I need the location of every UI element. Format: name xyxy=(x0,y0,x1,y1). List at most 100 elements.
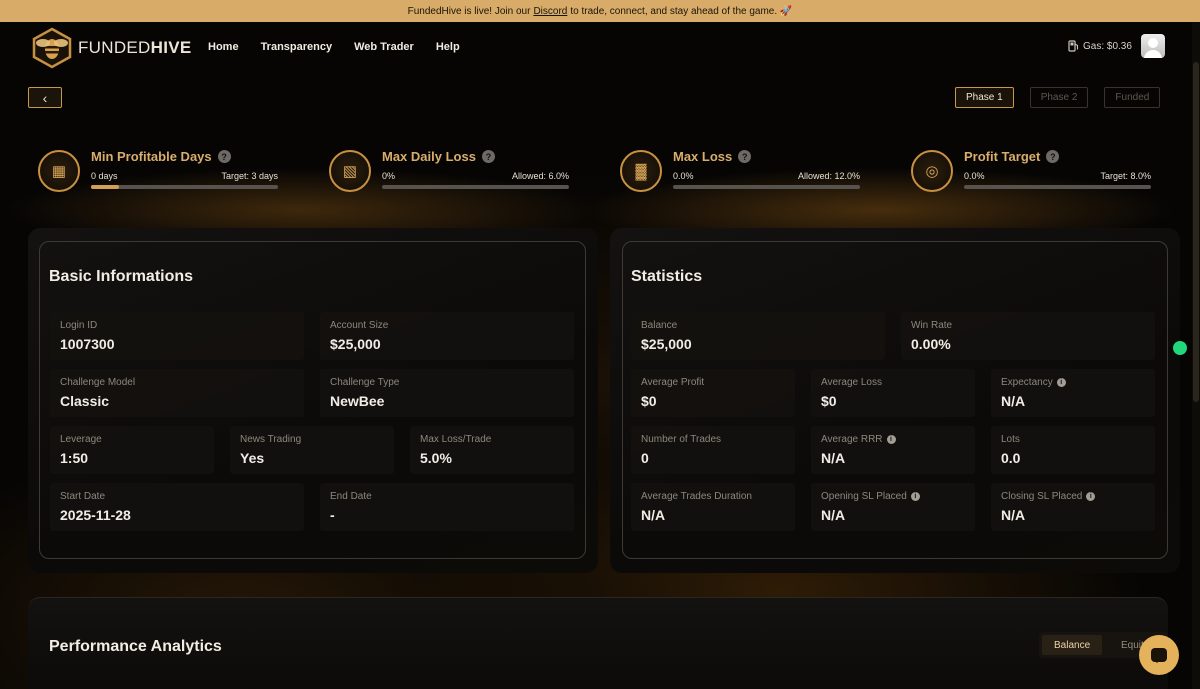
field-value: $0 xyxy=(821,393,837,409)
field-value: 0.00% xyxy=(911,336,951,352)
field-label: Start Date xyxy=(60,491,106,502)
metric-title-text: Profit Target xyxy=(964,149,1041,164)
field-value: 0 xyxy=(641,450,649,466)
stat-average-trades-duration: Average Trades Duration N/A xyxy=(631,483,795,531)
field-label: Closing SL Placed i xyxy=(1001,491,1096,502)
gas-indicator: Gas: $0.36 xyxy=(1068,40,1132,52)
metric-title: Max Loss? xyxy=(673,149,752,164)
toggle-balance[interactable]: Balance xyxy=(1042,635,1103,655)
metric-title: Min Profitable Days? xyxy=(91,149,231,164)
stat-average-loss: Average Loss $0 xyxy=(811,369,975,417)
back-button[interactable]: ‹ xyxy=(28,87,62,108)
chat-button[interactable] xyxy=(1139,635,1179,675)
metric-target: Allowed: 6.0% xyxy=(511,171,569,181)
nav-transparency[interactable]: Transparency xyxy=(261,41,333,53)
metric-title: Profit Target? xyxy=(964,149,1060,164)
metric-progress-bar xyxy=(382,185,569,189)
tab-funded[interactable]: Funded xyxy=(1104,87,1161,108)
metric-title-text: Min Profitable Days xyxy=(91,149,212,164)
metric-title-text: Max Daily Loss xyxy=(382,149,476,164)
info-icon[interactable]: i xyxy=(1086,492,1096,501)
discord-link[interactable]: Discord xyxy=(533,6,567,17)
metric-value: 0% xyxy=(382,171,396,181)
stat-win-rate: Win Rate 0.00% xyxy=(901,312,1155,360)
field-label: Average Profit xyxy=(641,377,705,388)
field-value: - xyxy=(330,507,335,523)
field-label: Max Loss/Trade xyxy=(420,434,492,445)
metric-profit-target: ◎ Profit Target? 0.0% Target: 8.0% xyxy=(911,142,1161,202)
top-navigation: FUNDEDHIVE Home Transparency Web Trader … xyxy=(0,22,1192,74)
field-value: $0 xyxy=(641,393,657,409)
field-value: NewBee xyxy=(330,393,385,409)
nav-help[interactable]: Help xyxy=(436,41,460,53)
announcement-bar: FundedHive is live! Join our Discord to … xyxy=(0,0,1200,22)
main-nav: Home Transparency Web Trader Help xyxy=(208,41,460,53)
field-value: $25,000 xyxy=(330,336,381,352)
status-dot xyxy=(1173,341,1187,355)
field-label: Login ID xyxy=(60,320,98,331)
field-value: Yes xyxy=(240,450,265,466)
tab-phase-1[interactable]: Phase 1 xyxy=(955,87,1014,108)
metric-target: Target: 8.0% xyxy=(1100,171,1151,181)
metric-min-profitable-days: ▦ Min Profitable Days? 0 days Target: 3 … xyxy=(38,142,288,202)
brand-name: FUNDEDHIVE xyxy=(78,38,192,58)
field-label: Account Size xyxy=(330,320,389,331)
brand-logo[interactable]: FUNDEDHIVE xyxy=(30,27,192,69)
info-end-date: End Date - xyxy=(320,483,574,531)
field-label: Opening SL Placed i xyxy=(821,491,920,502)
info-icon[interactable]: i xyxy=(886,435,896,444)
announcement-text-end: to trade, connect, and stay ahead of the… xyxy=(570,5,793,17)
help-icon[interactable]: ? xyxy=(738,150,752,163)
stat-expectancy: Expectancy i N/A xyxy=(991,369,1155,417)
avatar-body xyxy=(1144,50,1162,58)
info-challenge-model: Challenge Model Classic xyxy=(50,369,304,417)
metric-value: 0.0% xyxy=(673,171,694,181)
metric-value: 0 days xyxy=(91,171,118,181)
chart-frame-icon: ▧ xyxy=(329,150,371,192)
field-value: N/A xyxy=(1001,393,1026,409)
info-account-size: Account Size $25,000 xyxy=(320,312,574,360)
field-value: N/A xyxy=(821,507,846,523)
metric-progress-bar xyxy=(91,185,278,189)
help-icon[interactable]: ? xyxy=(481,150,495,163)
field-label: End Date xyxy=(330,491,372,502)
stat-lots: Lots 0.0 xyxy=(991,426,1155,474)
nav-home[interactable]: Home xyxy=(208,41,239,53)
chevron-left-icon: ‹ xyxy=(42,89,48,106)
field-label-text: Opening SL Placed xyxy=(821,491,907,502)
stat-opening-sl-placed: Opening SL Placed i N/A xyxy=(811,483,975,531)
user-avatar[interactable] xyxy=(1141,34,1165,58)
panel-title: Basic Informations xyxy=(49,268,194,285)
tab-phase-2[interactable]: Phase 2 xyxy=(1029,87,1089,108)
info-login-id: Login ID 1007300 xyxy=(50,312,304,360)
avatar-head xyxy=(1148,38,1158,48)
metric-title: Max Daily Loss? xyxy=(382,149,495,164)
field-value: 2025-11-28 xyxy=(60,507,131,523)
field-value: 0.0 xyxy=(1001,450,1021,466)
metric-max-daily-loss: ▧ Max Daily Loss? 0% Allowed: 6.0% xyxy=(329,142,579,202)
metric-max-loss: ▓ Max Loss? 0.0% Allowed: 12.0% xyxy=(620,142,870,202)
help-icon[interactable]: ? xyxy=(1046,150,1060,163)
metric-progress-bar xyxy=(964,185,1151,189)
scrollbar-thumb[interactable] xyxy=(1193,62,1199,402)
calendar-icon: ▦ xyxy=(38,150,80,192)
field-label: News Trading xyxy=(240,434,302,445)
brand-name-bold: HIVE xyxy=(150,38,192,57)
chat-bubble-icon xyxy=(1151,648,1167,663)
field-label: Lots xyxy=(1001,434,1020,445)
help-icon[interactable]: ? xyxy=(217,150,231,163)
nav-web-trader[interactable]: Web Trader xyxy=(354,41,414,53)
bar-chart-icon: ▓ xyxy=(620,150,662,192)
info-icon[interactable]: i xyxy=(1056,378,1066,387)
stat-number-of-trades: Number of Trades 0 xyxy=(631,426,795,474)
page-scrollbar[interactable] xyxy=(1192,22,1200,689)
stat-average-profit: Average Profit $0 xyxy=(631,369,795,417)
info-icon[interactable]: i xyxy=(910,492,920,501)
field-value: $25,000 xyxy=(641,336,692,352)
stat-balance: Balance $25,000 xyxy=(631,312,885,360)
field-value: 1:50 xyxy=(60,450,89,466)
field-value: 1007300 xyxy=(60,336,115,352)
metric-target: Allowed: 12.0% xyxy=(797,171,860,181)
metric-progress-bar xyxy=(673,185,860,189)
phase-tabs: Phase 1 Phase 2 Funded xyxy=(955,87,1161,108)
